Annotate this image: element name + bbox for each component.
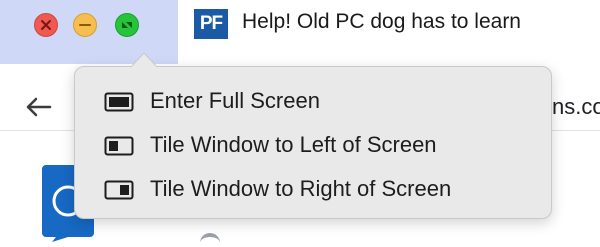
menu-item-label: Tile Window to Left of Screen	[150, 132, 437, 157]
menu-item-enter-full-screen[interactable]: Enter Full Screen	[81, 81, 545, 121]
zoom-icon	[122, 22, 132, 28]
minimize-button[interactable]	[73, 13, 97, 37]
site-favicon: PF	[194, 9, 228, 39]
window-titlebar: PF Help! Old PC dog has to learn	[0, 0, 600, 64]
tile-right-icon	[104, 180, 134, 200]
menu-item-tile-left[interactable]: Tile Window to Left of Screen	[81, 125, 545, 165]
browser-tab[interactable]: PF Help! Old PC dog has to learn	[178, 0, 600, 64]
close-icon	[41, 20, 51, 30]
window-tiling-menu: Enter Full Screen Tile Window to Left of…	[74, 66, 552, 219]
address-bar-text[interactable]: ns.co	[552, 94, 600, 120]
menu-item-tile-right[interactable]: Tile Window to Right of Screen	[81, 169, 545, 209]
fullscreen-icon	[104, 92, 134, 112]
menu-pointer	[131, 52, 157, 68]
back-arrow-icon[interactable]	[24, 96, 52, 118]
tile-left-icon	[104, 136, 134, 156]
menu-item-label: Enter Full Screen	[150, 88, 320, 113]
zoom-button[interactable]	[115, 13, 139, 37]
close-button[interactable]	[34, 13, 58, 37]
menu-item-label: Tile Window to Right of Screen	[150, 176, 452, 201]
tab-title: Help! Old PC dog has to learn	[242, 10, 521, 33]
minimize-icon	[79, 24, 91, 26]
site-wordmark	[200, 233, 220, 247]
